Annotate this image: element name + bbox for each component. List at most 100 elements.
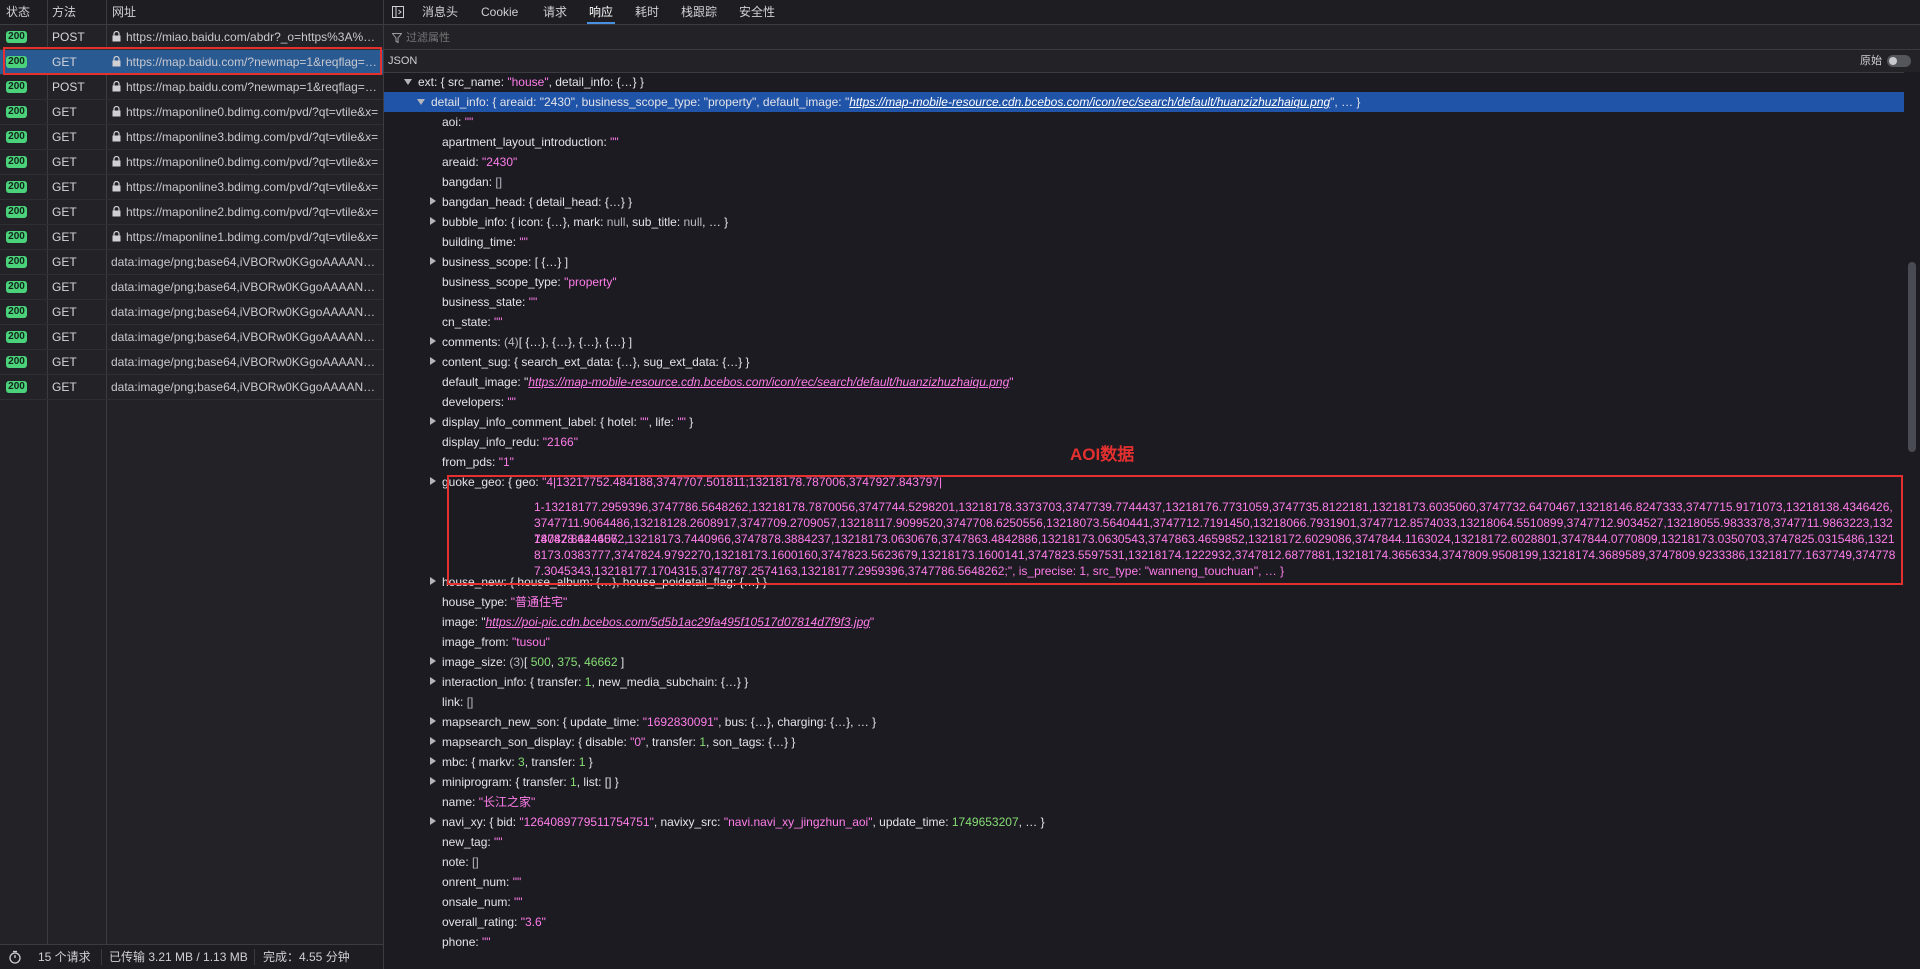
- expand-arrow-icon[interactable]: [430, 337, 436, 345]
- expand-arrow-icon[interactable]: [430, 217, 436, 225]
- request-url: https://miao.baidu.com/abdr?_o=https%3A%…: [112, 25, 380, 49]
- request-row[interactable]: 200 GET data:image/png;base64,iVBORw0KGgoA…: [0, 275, 383, 300]
- request-row[interactable]: 200 GET https://maponline1.bdimg.com/pvd/?…: [0, 225, 383, 250]
- json-node[interactable]: navi_xy: { bid: "1264089779511754751", n…: [384, 812, 1904, 832]
- json-node[interactable]: content_sug: { search_ext_data: {…}, sug…: [384, 352, 1904, 372]
- json-node[interactable]: display_info_comment_label: { hotel: "",…: [384, 412, 1904, 432]
- tab-stack-trace[interactable]: 栈跟踪: [681, 0, 717, 24]
- json-token: }: [585, 755, 593, 769]
- json-node[interactable]: aoi: "": [384, 112, 1904, 132]
- expand-arrow-icon[interactable]: [430, 577, 436, 585]
- expand-arrow-icon[interactable]: [430, 657, 436, 665]
- json-node[interactable]: mapsearch_son_display: { disable: "0", t…: [384, 732, 1904, 752]
- json-node[interactable]: display_info_redu: "2166": [384, 432, 1904, 452]
- json-node[interactable]: default_image: "https://map-mobile-resou…: [384, 372, 1904, 392]
- json-scrollbar[interactable]: [1904, 72, 1920, 969]
- guoke-geo-continuation-2: 747878.4446062,13218173.7440966,3747878.…: [534, 532, 1896, 578]
- json-token: []: [472, 855, 479, 869]
- status-badge: 200: [6, 31, 27, 43]
- json-node[interactable]: developers: "": [384, 392, 1904, 412]
- json-node[interactable]: business_state: "": [384, 292, 1904, 312]
- json-node[interactable]: comments: (4)[ {…}, {…}, {…}, {…} ]: [384, 332, 1904, 352]
- json-node[interactable]: interaction_info: { transfer: 1, new_med…: [384, 672, 1904, 692]
- request-row[interactable]: 200 GET data:image/png;base64,iVBORw0KGgoA…: [0, 325, 383, 350]
- expand-arrow-icon[interactable]: [430, 257, 436, 265]
- json-node[interactable]: image_size: (3)[ 500, 375, 46662 ]: [384, 652, 1904, 672]
- request-row[interactable]: 200 GET data:image/png;base64,iVBORw0KGgoA…: [0, 375, 383, 400]
- json-node[interactable]: overall_rating: "3.6": [384, 912, 1904, 932]
- expand-arrow-icon[interactable]: [430, 777, 436, 785]
- request-row[interactable]: 200 GET data:image/png;base64,iVBORw0KGgoA…: [0, 300, 383, 325]
- scrollbar-thumb[interactable]: [1908, 262, 1916, 452]
- expand-arrow-icon[interactable]: [430, 757, 436, 765]
- json-token: null: [606, 215, 626, 229]
- expand-arrow-icon[interactable]: [430, 737, 436, 745]
- json-node[interactable]: from_pds: "1": [384, 452, 1904, 472]
- json-node[interactable]: phone: "": [384, 932, 1904, 952]
- expand-arrow-icon[interactable]: [430, 677, 436, 685]
- expand-arrow-icon[interactable]: [430, 817, 436, 825]
- column-status-header[interactable]: 状态: [6, 0, 30, 24]
- json-node[interactable]: onrent_num: "": [384, 872, 1904, 892]
- request-row[interactable]: 200 GET https://maponline3.bdimg.com/pvd/?…: [0, 125, 383, 150]
- json-node[interactable]: link: []: [384, 692, 1904, 712]
- tab-cookie[interactable]: Cookie: [481, 0, 518, 24]
- json-node[interactable]: mapsearch_new_son: { update_time: "16928…: [384, 712, 1904, 732]
- request-row[interactable]: 200 GET data:image/png;base64,iVBORw0KGgoA…: [0, 250, 383, 275]
- json-node[interactable]: business_scope: [ {…} ]: [384, 252, 1904, 272]
- request-row[interactable]: 200 GET https://maponline3.bdimg.com/pvd/?…: [0, 175, 383, 200]
- filter-properties-input[interactable]: [404, 28, 808, 48]
- json-token: , detail_info: {…} }: [548, 75, 644, 89]
- expand-arrow-icon[interactable]: [430, 477, 436, 485]
- expand-arrow-icon[interactable]: [430, 717, 436, 725]
- json-node[interactable]: bangdan: []: [384, 172, 1904, 192]
- request-row[interactable]: 200 POST https://map.baidu.com/?newmap=1&r…: [0, 75, 383, 100]
- json-node[interactable]: bangdan_head: { detail_head: {…} }: [384, 192, 1904, 212]
- request-method: POST: [52, 80, 85, 94]
- json-node[interactable]: ext: { src_name: "house", detail_info: {…: [384, 72, 1904, 92]
- tab-response[interactable]: 响应: [586, 0, 616, 24]
- tab-timings[interactable]: 耗时: [635, 0, 659, 24]
- json-node[interactable]: apartment_layout_introduction: "": [384, 132, 1904, 152]
- collapse-arrow-icon[interactable]: [417, 99, 425, 105]
- json-node[interactable]: image: "https://poi-pic.cdn.bcebos.com/5…: [384, 612, 1904, 632]
- tab-security[interactable]: 安全性: [739, 0, 775, 24]
- request-method: GET: [52, 255, 77, 269]
- json-node[interactable]: miniprogram: { transfer: 1, list: [] }: [384, 772, 1904, 792]
- request-row[interactable]: 200 GET data:image/png;base64,iVBORw0KGgoA…: [0, 350, 383, 375]
- json-node[interactable]: building_time: "": [384, 232, 1904, 252]
- request-row[interactable]: 200 GET https://maponline0.bdimg.com/pvd/?…: [0, 150, 383, 175]
- json-node[interactable]: new_tag: "": [384, 832, 1904, 852]
- expand-arrow-icon[interactable]: [430, 357, 436, 365]
- raw-toggle-switch[interactable]: [1887, 55, 1911, 67]
- json-node[interactable]: bubble_info: { icon: {…}, mark: null, su…: [384, 212, 1904, 232]
- expand-arrow-icon[interactable]: [430, 197, 436, 205]
- expand-arrow-icon[interactable]: [430, 417, 436, 425]
- tab-request[interactable]: 请求: [543, 0, 567, 24]
- json-node[interactable]: areaid: "2430": [384, 152, 1904, 172]
- column-url-header[interactable]: 网址: [112, 0, 136, 24]
- json-token: (4): [504, 335, 519, 349]
- json-node[interactable]: house_type: "普通住宅": [384, 592, 1904, 612]
- json-node[interactable]: image_from: "tusou": [384, 632, 1904, 652]
- stopwatch-icon[interactable]: [8, 950, 22, 964]
- request-row[interactable]: 200 GET https://maponline2.bdimg.com/pvd/?…: [0, 200, 383, 225]
- json-node[interactable]: mbc: { markv: 3, transfer: 1 }: [384, 752, 1904, 772]
- tab-headers[interactable]: 消息头: [422, 0, 458, 24]
- json-token: , update_time:: [872, 815, 952, 829]
- json-node-selected[interactable]: detail_info: { areaid: "2430", business_…: [384, 92, 1904, 112]
- toggle-sidebar-icon[interactable]: [392, 6, 404, 18]
- request-row[interactable]: 200 GET https://maponline0.bdimg.com/pvd/?…: [0, 100, 383, 125]
- json-token: onrent_num:: [442, 875, 513, 889]
- json-node[interactable]: onsale_num: "": [384, 892, 1904, 912]
- json-node[interactable]: name: "长江之家": [384, 792, 1904, 812]
- json-token: display_info_redu:: [442, 435, 543, 449]
- json-node[interactable]: note: []: [384, 852, 1904, 872]
- json-node[interactable]: business_scope_type: "property": [384, 272, 1904, 292]
- json-node[interactable]: cn_state: "": [384, 312, 1904, 332]
- json-label: JSON: [388, 55, 418, 67]
- lock-icon: [112, 230, 126, 244]
- column-method-header[interactable]: 方法: [52, 0, 76, 24]
- collapse-arrow-icon[interactable]: [404, 79, 412, 85]
- json-token: null: [683, 215, 703, 229]
